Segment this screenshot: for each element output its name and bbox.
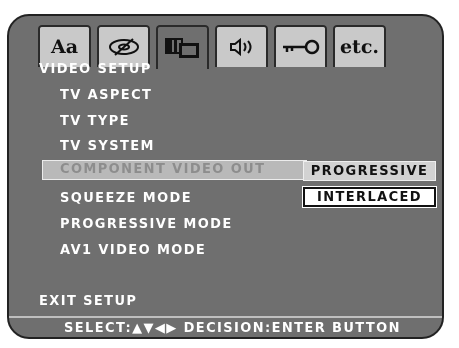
menu-item-component-video-out[interactable]: COMPONENT VIDEO OUT: [42, 160, 307, 180]
tab-disc[interactable]: [97, 25, 150, 67]
key-icon: [281, 37, 321, 57]
tab-etc[interactable]: etc.: [333, 25, 386, 67]
exit-setup[interactable]: EXIT SETUP: [39, 294, 137, 310]
menu-item-tv-type[interactable]: TV TYPE: [60, 114, 130, 130]
etc-icon: etc.: [339, 35, 380, 58]
menu-item-tv-system[interactable]: TV SYSTEM: [60, 139, 155, 155]
menu-title: VIDEO SETUP: [39, 62, 152, 77]
speaker-icon: [225, 37, 259, 57]
menu-item-av1-video-mode[interactable]: AV1 VIDEO MODE: [60, 243, 206, 259]
footer-hint-bar: SELECT:▲▼◀▶ DECISION:ENTER BUTTON: [9, 316, 442, 337]
option-interlaced[interactable]: INTERLACED: [303, 187, 436, 207]
menu-item-label: COMPONENT VIDEO OUT: [60, 162, 266, 177]
option-progressive[interactable]: PROGRESSIVE: [303, 161, 436, 181]
tab-language[interactable]: Aa: [38, 25, 91, 67]
menu-item-squeeze-mode[interactable]: SQUEEZE MODE: [60, 191, 192, 207]
menu-item-tv-aspect[interactable]: TV ASPECT: [60, 88, 152, 104]
video-display-icon: [164, 37, 201, 59]
setup-screen: Aa etc. VIDEO SETUP TV ASPECT TV TYPE TV…: [7, 14, 444, 339]
tab-parental[interactable]: [274, 25, 327, 67]
tab-audio[interactable]: [215, 25, 268, 67]
footer-hint: SELECT:▲▼◀▶ DECISION:ENTER BUTTON: [64, 321, 401, 336]
menu-item-progressive-mode[interactable]: PROGRESSIVE MODE: [60, 217, 233, 233]
disc-icon: [107, 37, 141, 57]
language-icon: Aa: [50, 35, 79, 58]
tab-video[interactable]: [156, 25, 209, 69]
